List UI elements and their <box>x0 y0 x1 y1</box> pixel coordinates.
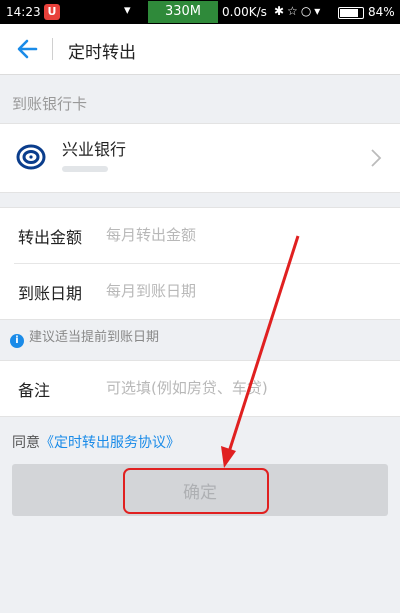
bank-name: 兴业银行 <box>62 140 127 159</box>
date-label: 到账日期 <box>18 284 83 303</box>
amount-label: 转出金额 <box>18 228 83 247</box>
info-icon: i <box>10 334 24 348</box>
remark-input[interactable] <box>106 371 376 405</box>
hint-text: 建议适当提前到账日期 <box>29 330 160 345</box>
amount-input[interactable] <box>106 218 376 252</box>
battery-icon <box>338 7 364 19</box>
battery-percent: 84% <box>368 5 395 19</box>
memory-indicator: 330M <box>148 1 218 23</box>
date-input[interactable] <box>106 274 376 308</box>
system-status-icons: ✱☆○▾ <box>274 4 324 18</box>
status-time: 14:23 <box>6 5 41 19</box>
date-hint: i 建议适当提前到账日期 <box>10 326 159 348</box>
date-row: 到账日期 <box>14 263 400 319</box>
status-bar: 14:23 U ▾ 330M 0.00K/s ✱☆○▾ 84% <box>0 0 400 24</box>
network-speed: 0.00K/s <box>222 5 267 19</box>
remark-form: 备注 <box>0 360 400 417</box>
remark-row: 备注 <box>0 361 400 416</box>
agreement: 同意《定时转出服务协议》 <box>12 432 180 452</box>
chevron-right-icon <box>371 149 382 167</box>
bank-section-label: 到账银行卡 <box>12 95 88 113</box>
title-bar: 定时转出 <box>0 24 400 75</box>
agreement-prefix: 同意 <box>12 435 40 451</box>
title-divider <box>52 38 53 60</box>
remark-label: 备注 <box>18 381 51 400</box>
cib-bank-logo-icon <box>16 144 46 170</box>
bank-card-number-obscured <box>62 166 108 172</box>
transfer-form: 转出金额 到账日期 <box>0 207 400 320</box>
arrow-left-icon[interactable] <box>14 36 40 62</box>
page-title: 定时转出 <box>68 43 136 63</box>
app-notification-icon: U <box>44 4 60 20</box>
agreement-link[interactable]: 《定时转出服务协议》 <box>40 435 180 451</box>
amount-row: 转出金额 <box>0 208 400 263</box>
confirm-button[interactable]: 确定 <box>12 464 388 516</box>
wifi-icon: ▾ <box>124 3 131 18</box>
bank-card-selector[interactable]: 兴业银行 <box>0 123 400 193</box>
